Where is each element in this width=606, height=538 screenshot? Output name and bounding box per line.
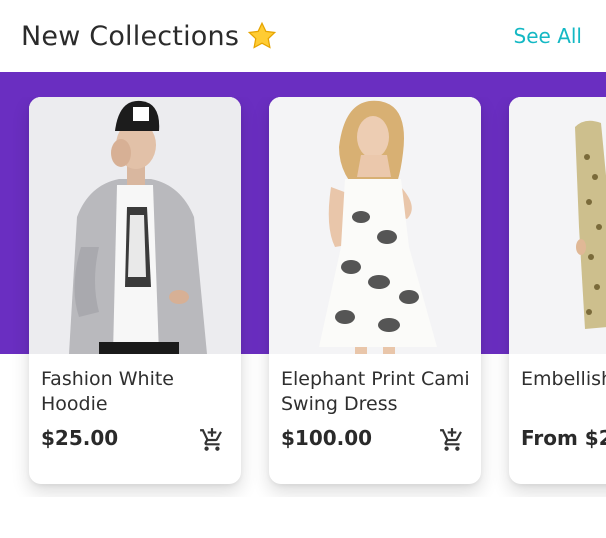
section-title: New Collections	[21, 20, 240, 52]
product-price: From $24	[521, 426, 606, 450]
star-icon	[247, 21, 277, 51]
product-card[interactable]: Embellished From $24	[509, 97, 606, 484]
product-image-dress[interactable]	[269, 97, 481, 354]
add-to-cart-icon	[200, 428, 222, 451]
product-name[interactable]: Fashion White Hoodie	[41, 367, 241, 417]
product-name[interactable]: Embellished	[521, 367, 606, 392]
new-collections-section: New Collections See All Fashion White Ho…	[0, 0, 606, 538]
product-price: $100.00	[281, 426, 373, 450]
product-name[interactable]: Elephant Print Cami Swing Dress	[281, 367, 481, 417]
add-to-cart-button[interactable]	[199, 427, 225, 453]
add-to-cart-button[interactable]	[439, 427, 465, 453]
add-to-cart-icon	[440, 428, 462, 451]
product-card[interactable]: Elephant Print Cami Swing Dress $100.00	[269, 97, 481, 484]
product-image-hoodie[interactable]	[29, 97, 241, 354]
see-all-link[interactable]: See All	[514, 24, 582, 48]
product-card[interactable]: Fashion White Hoodie $25.00	[29, 97, 241, 484]
product-price: $25.00	[41, 426, 119, 450]
product-image-embellished[interactable]	[509, 97, 606, 354]
title-wrap: New Collections	[21, 21, 277, 52]
product-carousel[interactable]: Fashion White Hoodie $25.00 Elephant Pri…	[0, 97, 606, 497]
section-header: New Collections See All	[0, 0, 606, 72]
